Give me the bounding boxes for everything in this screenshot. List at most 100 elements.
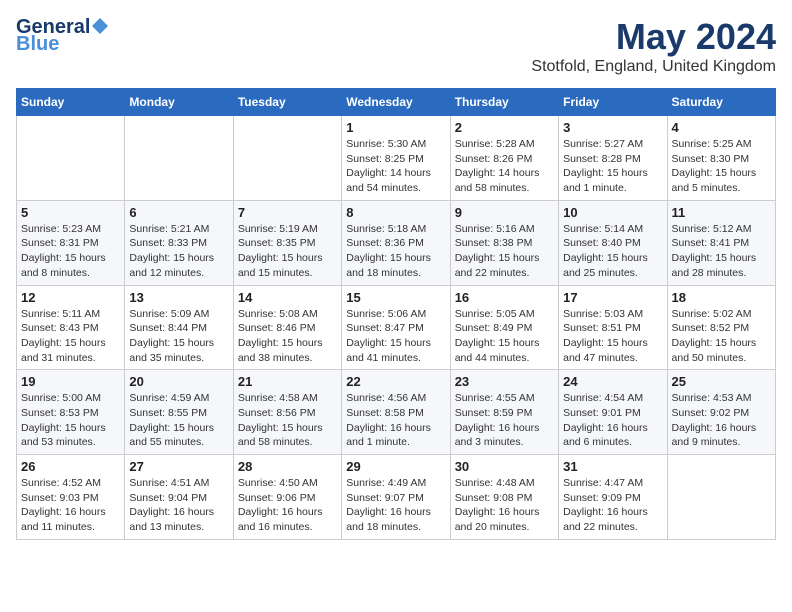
calendar-title: May 2024 bbox=[531, 16, 776, 58]
day-info: Sunrise: 4:48 AM Sunset: 9:08 PM Dayligh… bbox=[455, 476, 554, 535]
day-info: Sunrise: 5:05 AM Sunset: 8:49 PM Dayligh… bbox=[455, 307, 554, 366]
day-info: Sunrise: 4:58 AM Sunset: 8:56 PM Dayligh… bbox=[238, 391, 337, 450]
day-number: 12 bbox=[21, 290, 120, 305]
day-cell: 23 Sunrise: 4:55 AM Sunset: 8:59 PM Dayli… bbox=[450, 370, 558, 455]
weekday-header-thursday: Thursday bbox=[450, 89, 558, 116]
day-info: Sunrise: 5:25 AM Sunset: 8:30 PM Dayligh… bbox=[672, 137, 771, 196]
day-info: Sunrise: 5:00 AM Sunset: 8:53 PM Dayligh… bbox=[21, 391, 120, 450]
day-info: Sunrise: 5:19 AM Sunset: 8:35 PM Dayligh… bbox=[238, 222, 337, 281]
day-number: 17 bbox=[563, 290, 662, 305]
day-number: 5 bbox=[21, 205, 120, 220]
page-header: General Blue May 2024 Stotfold, England,… bbox=[16, 16, 776, 76]
day-cell: 10 Sunrise: 5:14 AM Sunset: 8:40 PM Dayli… bbox=[559, 200, 667, 285]
day-info: Sunrise: 5:27 AM Sunset: 8:28 PM Dayligh… bbox=[563, 137, 662, 196]
day-number: 10 bbox=[563, 205, 662, 220]
day-info: Sunrise: 5:30 AM Sunset: 8:25 PM Dayligh… bbox=[346, 137, 445, 196]
day-cell: 15 Sunrise: 5:06 AM Sunset: 8:47 PM Dayli… bbox=[342, 285, 450, 370]
day-cell: 4 Sunrise: 5:25 AM Sunset: 8:30 PM Daylig… bbox=[667, 116, 775, 201]
day-cell: 19 Sunrise: 5:00 AM Sunset: 8:53 PM Dayli… bbox=[17, 370, 125, 455]
logo: General Blue bbox=[16, 16, 109, 56]
day-cell bbox=[667, 455, 775, 540]
week-row-3: 12Sunrise: 5:11 AM Sunset: 8:43 PM Dayli… bbox=[17, 285, 776, 370]
day-cell: 14 Sunrise: 5:08 AM Sunset: 8:46 PM Dayli… bbox=[233, 285, 341, 370]
day-cell: 11 Sunrise: 5:12 AM Sunset: 8:41 PM Dayli… bbox=[667, 200, 775, 285]
day-number: 1 bbox=[346, 120, 445, 135]
day-cell: 25Sunrise: 4:53 AM Sunset: 9:02 PM Dayli… bbox=[667, 370, 775, 455]
day-info: Sunrise: 4:55 AM Sunset: 8:59 PM Dayligh… bbox=[455, 391, 554, 450]
day-cell: 7Sunrise: 5:19 AM Sunset: 8:35 PM Daylig… bbox=[233, 200, 341, 285]
day-number: 27 bbox=[129, 459, 228, 474]
day-number: 11 bbox=[672, 205, 771, 220]
day-info: Sunrise: 4:50 AM Sunset: 9:06 PM Dayligh… bbox=[238, 476, 337, 535]
calendar-location: Stotfold, England, United Kingdom bbox=[531, 58, 776, 76]
day-number: 19 bbox=[21, 374, 120, 389]
day-cell: 13 Sunrise: 5:09 AM Sunset: 8:44 PM Dayli… bbox=[125, 285, 233, 370]
day-number: 29 bbox=[346, 459, 445, 474]
day-number: 15 bbox=[346, 290, 445, 305]
day-cell: 30 Sunrise: 4:48 AM Sunset: 9:08 PM Dayli… bbox=[450, 455, 558, 540]
day-number: 18 bbox=[672, 290, 771, 305]
day-number: 31 bbox=[563, 459, 662, 474]
day-cell: 21 Sunrise: 4:58 AM Sunset: 8:56 PM Dayli… bbox=[233, 370, 341, 455]
weekday-header-wednesday: Wednesday bbox=[342, 89, 450, 116]
weekday-header-saturday: Saturday bbox=[667, 89, 775, 116]
day-cell: 2 Sunrise: 5:28 AM Sunset: 8:26 PM Daylig… bbox=[450, 116, 558, 201]
day-cell: 9 Sunrise: 5:16 AM Sunset: 8:38 PM Daylig… bbox=[450, 200, 558, 285]
day-info: Sunrise: 5:03 AM Sunset: 8:51 PM Dayligh… bbox=[563, 307, 662, 366]
day-info: Sunrise: 5:28 AM Sunset: 8:26 PM Dayligh… bbox=[455, 137, 554, 196]
day-info: Sunrise: 5:18 AM Sunset: 8:36 PM Dayligh… bbox=[346, 222, 445, 281]
day-cell: 24Sunrise: 4:54 AM Sunset: 9:01 PM Dayli… bbox=[559, 370, 667, 455]
day-cell: 5Sunrise: 5:23 AM Sunset: 8:31 PM Daylig… bbox=[17, 200, 125, 285]
day-info: Sunrise: 5:09 AM Sunset: 8:44 PM Dayligh… bbox=[129, 307, 228, 366]
day-info: Sunrise: 5:06 AM Sunset: 8:47 PM Dayligh… bbox=[346, 307, 445, 366]
week-row-2: 5Sunrise: 5:23 AM Sunset: 8:31 PM Daylig… bbox=[17, 200, 776, 285]
day-number: 13 bbox=[129, 290, 228, 305]
day-cell bbox=[17, 116, 125, 201]
day-cell: 17 Sunrise: 5:03 AM Sunset: 8:51 PM Dayli… bbox=[559, 285, 667, 370]
day-cell: 6 Sunrise: 5:21 AM Sunset: 8:33 PM Daylig… bbox=[125, 200, 233, 285]
day-number: 4 bbox=[672, 120, 771, 135]
weekday-header-sunday: Sunday bbox=[17, 89, 125, 116]
day-info: Sunrise: 5:12 AM Sunset: 8:41 PM Dayligh… bbox=[672, 222, 771, 281]
day-info: Sunrise: 5:08 AM Sunset: 8:46 PM Dayligh… bbox=[238, 307, 337, 366]
day-number: 25 bbox=[672, 374, 771, 389]
day-info: Sunrise: 4:56 AM Sunset: 8:58 PM Dayligh… bbox=[346, 391, 445, 450]
day-info: Sunrise: 4:51 AM Sunset: 9:04 PM Dayligh… bbox=[129, 476, 228, 535]
day-number: 23 bbox=[455, 374, 554, 389]
day-info: Sunrise: 5:02 AM Sunset: 8:52 PM Dayligh… bbox=[672, 307, 771, 366]
logo-blue-text: Blue bbox=[16, 33, 59, 56]
day-number: 6 bbox=[129, 205, 228, 220]
day-info: Sunrise: 4:49 AM Sunset: 9:07 PM Dayligh… bbox=[346, 476, 445, 535]
day-number: 2 bbox=[455, 120, 554, 135]
week-row-4: 19 Sunrise: 5:00 AM Sunset: 8:53 PM Dayli… bbox=[17, 370, 776, 455]
day-cell: 8 Sunrise: 5:18 AM Sunset: 8:36 PM Daylig… bbox=[342, 200, 450, 285]
day-cell bbox=[125, 116, 233, 201]
day-info: Sunrise: 4:52 AM Sunset: 9:03 PM Dayligh… bbox=[21, 476, 120, 535]
day-number: 14 bbox=[238, 290, 337, 305]
day-number: 9 bbox=[455, 205, 554, 220]
day-number: 21 bbox=[238, 374, 337, 389]
day-number: 30 bbox=[455, 459, 554, 474]
day-number: 3 bbox=[563, 120, 662, 135]
day-cell bbox=[233, 116, 341, 201]
day-number: 8 bbox=[346, 205, 445, 220]
day-info: Sunrise: 5:21 AM Sunset: 8:33 PM Dayligh… bbox=[129, 222, 228, 281]
day-cell: 29 Sunrise: 4:49 AM Sunset: 9:07 PM Dayli… bbox=[342, 455, 450, 540]
week-row-1: 1 Sunrise: 5:30 AM Sunset: 8:25 PM Daylig… bbox=[17, 116, 776, 201]
day-number: 22 bbox=[346, 374, 445, 389]
day-number: 28 bbox=[238, 459, 337, 474]
day-cell: 27 Sunrise: 4:51 AM Sunset: 9:04 PM Dayli… bbox=[125, 455, 233, 540]
day-cell: 22 Sunrise: 4:56 AM Sunset: 8:58 PM Dayli… bbox=[342, 370, 450, 455]
day-cell: 26Sunrise: 4:52 AM Sunset: 9:03 PM Dayli… bbox=[17, 455, 125, 540]
day-info: Sunrise: 5:16 AM Sunset: 8:38 PM Dayligh… bbox=[455, 222, 554, 281]
day-number: 20 bbox=[129, 374, 228, 389]
logo-icon bbox=[91, 17, 109, 35]
day-info: Sunrise: 4:59 AM Sunset: 8:55 PM Dayligh… bbox=[129, 391, 228, 450]
day-cell: 20 Sunrise: 4:59 AM Sunset: 8:55 PM Dayli… bbox=[125, 370, 233, 455]
day-cell: 16 Sunrise: 5:05 AM Sunset: 8:49 PM Dayli… bbox=[450, 285, 558, 370]
day-info: Sunrise: 5:14 AM Sunset: 8:40 PM Dayligh… bbox=[563, 222, 662, 281]
day-number: 16 bbox=[455, 290, 554, 305]
day-cell: 1 Sunrise: 5:30 AM Sunset: 8:25 PM Daylig… bbox=[342, 116, 450, 201]
day-info: Sunrise: 4:47 AM Sunset: 9:09 PM Dayligh… bbox=[563, 476, 662, 535]
weekday-header-row: SundayMondayTuesdayWednesdayThursdayFrid… bbox=[17, 89, 776, 116]
